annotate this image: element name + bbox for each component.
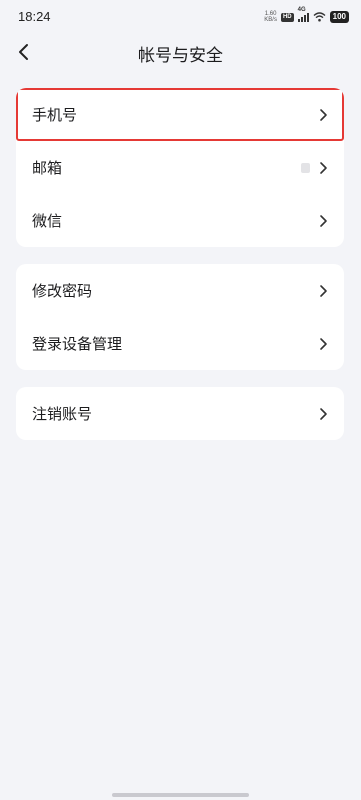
chevron-right-icon [320,161,327,174]
network-type: 4G [297,7,306,13]
account-deletion-card: 注销账号 [16,387,344,440]
menu-item-label: 微信 [32,212,63,230]
hd-icon: HD [280,12,294,22]
security-card: 修改密码 登录设备管理 [16,264,344,370]
menu-item-label: 邮箱 [32,159,63,177]
nav-bar: 帐号与安全 [0,34,361,70]
menu-item-device-management[interactable]: 登录设备管理 [16,317,344,370]
network-speed-unit: KB/s [264,17,277,23]
status-time: 18:24 [18,9,51,24]
chevron-right-icon [320,337,327,350]
battery-icon: 100 [329,11,349,23]
chevron-right-icon [320,407,327,420]
menu-item-label: 登录设备管理 [32,335,123,353]
chevron-left-icon [19,44,28,60]
menu-item-wechat[interactable]: 微信 [16,194,344,247]
menu-item-label: 注销账号 [32,405,93,423]
email-value-redacted [301,162,310,173]
menu-item-delete-account[interactable]: 注销账号 [16,387,344,440]
page-title: 帐号与安全 [138,46,223,66]
wifi-icon [313,12,326,22]
menu-item-phone[interactable]: 手机号 [16,88,344,141]
status-icons: 1.60 KB/s HD 4G 100 [264,7,349,24]
signal-icon: 4G [297,7,309,22]
menu-item-label: 修改密码 [32,282,93,300]
chevron-right-icon [320,108,327,121]
menu-item-email[interactable]: 邮箱 [16,141,344,194]
network-speed: 1.60 KB/s [264,11,277,23]
status-bar: 18:24 1.60 KB/s HD 4G 100 [0,0,361,34]
chevron-right-icon [320,284,327,297]
chevron-right-icon [320,214,327,227]
menu-item-change-password[interactable]: 修改密码 [16,264,344,317]
back-button[interactable] [10,38,38,66]
account-binding-card: 手机号 邮箱 微信 [16,88,344,247]
home-indicator[interactable] [112,793,249,797]
menu-item-label: 手机号 [32,106,78,124]
